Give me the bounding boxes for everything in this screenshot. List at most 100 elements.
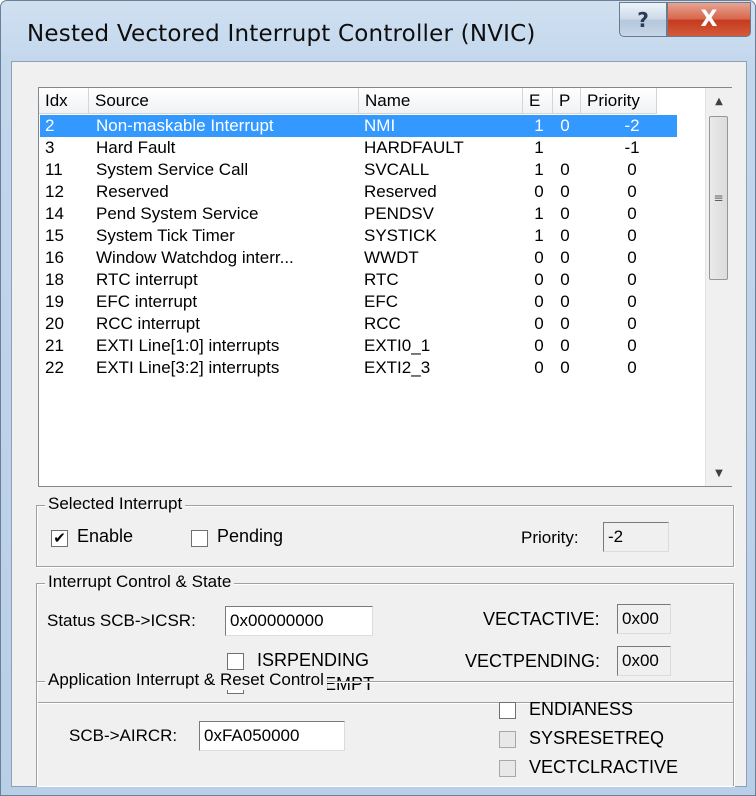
vectpending-label: VECTPENDING:: [465, 651, 601, 671]
cell-pending: 0: [560, 336, 570, 355]
cell-name: EXTI0_1: [364, 336, 431, 355]
vectclractive-checkbox[interactable]: [499, 760, 516, 777]
cell-idx: 2: [45, 116, 55, 135]
cell-source: RCC interrupt: [96, 314, 200, 333]
column-header-priority[interactable]: Priority: [581, 88, 657, 114]
title-bar[interactable]: Nested Vectored Interrupt Controller (NV…: [1, 1, 755, 63]
cell-name: SYSTICK: [364, 226, 437, 245]
cell-source: Pend System Service: [96, 204, 259, 223]
vectpending-field[interactable]: 0x00: [617, 646, 671, 676]
help-button[interactable]: ?: [619, 2, 667, 37]
cell-source: Reserved: [96, 182, 169, 201]
cell-pending: 0: [560, 160, 570, 179]
aircr-field[interactable]: 0xFA050000: [199, 721, 345, 751]
cell-priority: 0: [627, 336, 637, 355]
pending-checkbox[interactable]: [191, 530, 208, 547]
table-row[interactable]: 14 Pend System Service PENDSV 1 0 0: [40, 203, 677, 225]
table-row[interactable]: 15 System Tick Timer SYSTICK 1 0 0: [40, 225, 677, 247]
cell-name: PENDSV: [364, 204, 434, 223]
cell-source: EXTI Line[3:2] interrupts: [96, 358, 280, 377]
cell-priority: 0: [627, 314, 637, 333]
cell-enable: 1: [534, 116, 544, 135]
enable-checkbox[interactable]: ✔: [51, 530, 68, 547]
table-row[interactable]: 18 RTC interrupt RTC 0 0 0: [40, 269, 677, 291]
sysresetreq-label[interactable]: SYSRESETREQ: [529, 728, 664, 749]
cell-enable: 1: [534, 160, 544, 179]
table-row[interactable]: 2 Non-maskable Interrupt NMI 1 0 -2: [40, 115, 677, 137]
column-header-e[interactable]: E: [523, 88, 553, 114]
cell-idx: 16: [45, 248, 64, 267]
cell-source: RTC interrupt: [96, 270, 198, 289]
cell-pending: 0: [560, 116, 570, 135]
cell-idx: 22: [45, 358, 64, 377]
cell-idx: 11: [45, 160, 63, 179]
close-button[interactable]: X: [667, 2, 751, 37]
cell-enable: 0: [534, 358, 544, 377]
scroll-grip-icon: ≡: [713, 191, 724, 205]
table-row[interactable]: 12 Reserved Reserved 0 0 0: [40, 181, 677, 203]
column-header-name[interactable]: Name: [359, 88, 523, 114]
priority-field[interactable]: -2: [603, 522, 669, 552]
cell-name: Reserved: [364, 182, 437, 201]
cell-name: WWDT: [364, 248, 419, 267]
isrpending-checkbox[interactable]: [227, 653, 244, 670]
cell-idx: 14: [45, 204, 64, 223]
icsr-label: Status SCB->ICSR:: [47, 611, 196, 630]
cell-enable: 0: [534, 336, 544, 355]
endianess-label[interactable]: ENDIANESS: [529, 699, 633, 720]
endianess-checkbox[interactable]: [499, 702, 516, 719]
scroll-thumb[interactable]: ≡: [709, 116, 728, 280]
cell-idx: 12: [45, 182, 64, 201]
cell-enable: 0: [534, 314, 544, 333]
cell-enable: 0: [534, 292, 544, 311]
column-header-idx[interactable]: Idx: [39, 88, 89, 114]
cell-pending: 0: [560, 292, 570, 311]
cell-pending: 0: [560, 226, 570, 245]
table-row[interactable]: 20 RCC interrupt RCC 0 0 0: [40, 313, 677, 335]
table-row[interactable]: 19 EFC interrupt EFC 0 0 0: [40, 291, 677, 313]
sysresetreq-checkbox[interactable]: [499, 731, 516, 748]
nvic-window: Nested Vectored Interrupt Controller (NV…: [0, 0, 756, 796]
table-row[interactable]: 22 EXTI Line[3:2] interrupts EXTI2_3 0 0…: [40, 357, 677, 379]
pending-label[interactable]: Pending: [217, 526, 283, 547]
scroll-down-icon[interactable]: ▼: [706, 462, 732, 484]
help-icon: ?: [637, 7, 649, 32]
window-title: Nested Vectored Interrupt Controller (NV…: [27, 21, 536, 47]
table-row[interactable]: 3 Hard Fault HARDFAULT 1 -1: [40, 137, 677, 159]
cell-source: System Service Call: [96, 160, 249, 179]
cell-name: RCC: [364, 314, 401, 333]
cell-name: SVCALL: [364, 160, 430, 179]
scroll-up-icon[interactable]: ▲: [706, 90, 732, 112]
aircr-label: SCB->AIRCR:: [69, 726, 178, 745]
cell-priority: 0: [627, 182, 637, 201]
cell-priority: 0: [627, 204, 637, 223]
cell-idx: 3: [45, 138, 55, 157]
close-icon: X: [700, 7, 718, 32]
dialog-client-area: Idx Source Name E P Priority 2 Non-maska…: [11, 61, 747, 787]
cell-enable: 1: [534, 138, 544, 157]
cell-idx: 21: [45, 336, 64, 355]
vectclractive-label[interactable]: VECTCLRACTIVE: [529, 757, 678, 778]
cell-name: RTC: [364, 270, 399, 289]
priority-label: Priority:: [521, 528, 579, 547]
vectactive-field[interactable]: 0x00: [617, 604, 671, 634]
cell-source: Non-maskable Interrupt: [96, 116, 274, 135]
interrupt-control-legend: Interrupt Control & State: [45, 572, 235, 592]
list-vertical-scrollbar[interactable]: ▲ ≡ ▼: [705, 88, 732, 486]
selected-interrupt-group: Selected Interrupt ✔ Enable Pending Prio…: [36, 494, 734, 567]
app-reset-control-legend: Application Interrupt & Reset Control: [45, 670, 327, 690]
cell-idx: 19: [45, 292, 64, 311]
table-row[interactable]: 16 Window Watchdog interr... WWDT 0 0 0: [40, 247, 677, 269]
column-header-p[interactable]: P: [553, 88, 581, 114]
table-row[interactable]: 21 EXTI Line[1:0] interrupts EXTI0_1 0 0…: [40, 335, 677, 357]
enable-label[interactable]: Enable: [77, 526, 133, 547]
column-header-source[interactable]: Source: [89, 88, 359, 114]
table-row[interactable]: 11 System Service Call SVCALL 1 0 0: [40, 159, 677, 181]
interrupt-list[interactable]: Idx Source Name E P Priority 2 Non-maska…: [38, 87, 732, 487]
cell-pending: 0: [560, 358, 570, 377]
cell-priority: 0: [627, 226, 637, 245]
icsr-field[interactable]: 0x00000000: [225, 606, 373, 636]
cell-enable: 0: [534, 182, 544, 201]
cell-name: NMI: [364, 116, 396, 135]
isrpending-label[interactable]: ISRPENDING: [257, 650, 369, 671]
